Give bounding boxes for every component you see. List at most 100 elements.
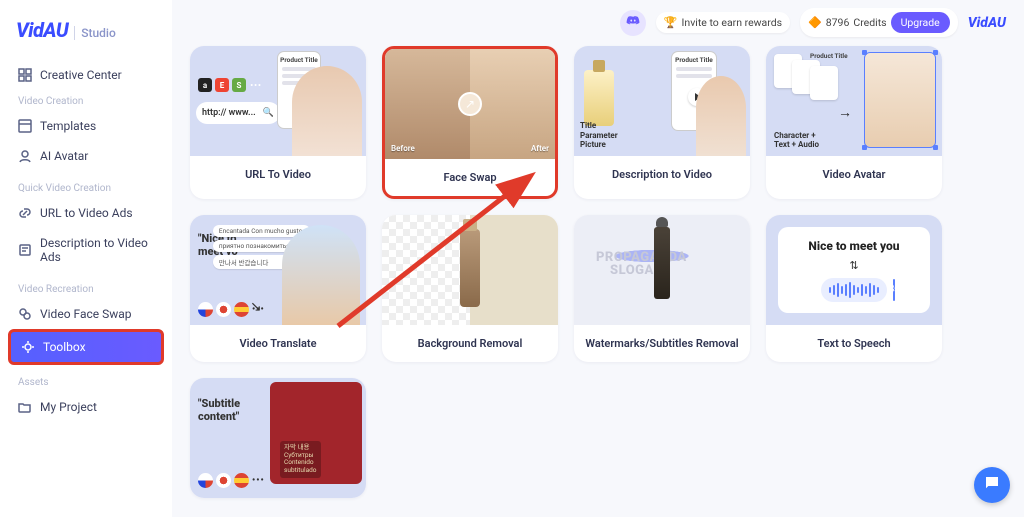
credits-label: Credits (853, 16, 886, 29)
sub-quote: "Subtitle content" (198, 398, 240, 423)
flag-korea-icon (198, 302, 213, 317)
duration-badge: 3s (893, 279, 895, 301)
dtv-caption: Title Parameter Picture (580, 121, 618, 150)
sidebar: VidAU Studio Creative Center Video Creat… (0, 0, 172, 517)
card-title: Background Removal (382, 325, 558, 362)
credits-count: 8796 (826, 16, 850, 29)
nav-label: Video Face Swap (40, 307, 132, 321)
card-title: Video Avatar (766, 156, 942, 193)
logo-sub: Studio (74, 26, 116, 40)
nav-heading: Video Creation (8, 90, 164, 111)
main-content: 🏆 Invite to earn rewards 🔶 8796 Credits … (172, 0, 1024, 517)
card-watermarks[interactable]: PROPAGANDA SLOGAN Watermarks/Subtitles R… (574, 215, 750, 362)
card-subtitle[interactable]: "Subtitle content" ••• 자막 내용 Субтитры Co… (190, 378, 366, 498)
chat-icon (983, 474, 1001, 496)
templates-icon (18, 119, 32, 133)
card-title: Face Swap (385, 159, 555, 196)
nav-label: URL to Video Ads (40, 206, 133, 220)
selected-avatar-frame (864, 52, 936, 148)
arrow-icon: ↘ (250, 299, 262, 315)
thumb-tts: Nice to meet you ⇅ 3s (766, 215, 942, 325)
tool-grid: aES••• http:// www... 🔍 Product Title UR… (190, 46, 1006, 498)
nav-section-quick-video: Quick Video Creation URL to Video Ads De… (8, 177, 164, 272)
card-description-to-video[interactable]: Title Parameter Picture Product Title De… (574, 46, 750, 199)
nav-heading: Quick Video Creation (8, 177, 164, 198)
card-video-avatar[interactable]: Product Title Character + Text + Audio →… (766, 46, 942, 199)
flag-spain-icon (234, 473, 249, 488)
nav-desc-to-video-ads[interactable]: Description to Video Ads (8, 228, 164, 272)
flag-japan-icon (216, 473, 231, 488)
thumb-subtitle: "Subtitle content" ••• 자막 내용 Субтитры Co… (190, 378, 366, 498)
card-title: Text to Speech (766, 325, 942, 362)
nav-url-to-video-ads[interactable]: URL to Video Ads (8, 198, 164, 228)
nav-video-face-swap[interactable]: Video Face Swap (8, 299, 164, 329)
presenter-figure (292, 66, 362, 156)
link-icon (18, 206, 32, 220)
discord-icon (626, 13, 640, 32)
nav-heading: Assets (8, 371, 164, 392)
nav-toolbox[interactable]: Toolbox (8, 329, 164, 365)
nav-label: My Project (40, 400, 97, 414)
product-bottle (654, 227, 670, 299)
thumb-desc-to-video: Title Parameter Picture Product Title (574, 46, 750, 156)
presenter-figure (282, 225, 360, 325)
presenter-figure (696, 76, 746, 156)
logo-main: VidAU (16, 18, 68, 42)
folder-icon (18, 400, 32, 414)
thumb-video-avatar: Product Title Character + Text + Audio → (766, 46, 942, 156)
invite-pill[interactable]: 🏆 Invite to earn rewards (656, 12, 790, 33)
brand-top[interactable]: VidAU (968, 15, 1006, 31)
video-frame: 자막 내용 Субтитры Contenido subtitulado (270, 382, 362, 484)
nav-label: Description to Video Ads (40, 236, 154, 264)
product-bottle (460, 229, 480, 307)
arrow-icon: → (838, 104, 852, 121)
card-background-removal[interactable]: Background Removal (382, 215, 558, 362)
discord-button[interactable] (620, 10, 646, 36)
app-root: VidAU Studio Creative Center Video Creat… (0, 0, 1024, 517)
thumb-face-swap: Before After ↗ (385, 49, 555, 159)
upgrade-button[interactable]: Upgrade (891, 12, 950, 33)
waveform-icon: 3s (821, 278, 887, 302)
card-title: Video Translate (190, 325, 366, 362)
nav-my-project[interactable]: My Project (8, 392, 164, 422)
card-title: Watermarks/Subtitles Removal (574, 325, 750, 362)
flag-korea-icon (198, 473, 213, 488)
nav-label: Templates (40, 119, 96, 133)
face-swap-icon (18, 307, 32, 321)
toolbox-icon (21, 340, 35, 354)
grid-icon (18, 68, 32, 82)
transparency-checker (382, 215, 470, 325)
card-text-to-speech[interactable]: Nice to meet you ⇅ 3s Text to Speech (766, 215, 942, 362)
invite-label: Invite to earn rewards (682, 16, 783, 29)
nav-section-video-creation: Video Creation Templates AI Avatar (8, 90, 164, 171)
nav-label: Toolbox (43, 340, 86, 354)
nav-section-assets: Assets My Project (8, 371, 164, 422)
credits-pill[interactable]: 🔶 8796 Credits Upgrade (800, 8, 958, 37)
nav-label: AI Avatar (40, 149, 88, 163)
flag-japan-icon (216, 302, 231, 317)
nav-label: Creative Center (40, 68, 122, 82)
nav-creative-center[interactable]: Creative Center (8, 60, 164, 90)
swap-icon: ⇅ (849, 259, 858, 272)
logo[interactable]: VidAU Studio (8, 14, 164, 60)
wm-text: PROPAGANDA SLOGAN (596, 251, 687, 277)
thumb-watermarks: PROPAGANDA SLOGAN (574, 215, 750, 325)
text-icon (18, 243, 32, 257)
card-face-swap[interactable]: Before After ↗ Face Swap (382, 46, 558, 199)
card-title: URL To Video (190, 156, 366, 193)
thumb-url-to-video: aES••• http:// www... 🔍 Product Title (190, 46, 366, 156)
search-icon: 🔍 (263, 108, 274, 118)
nav-templates[interactable]: Templates (8, 111, 164, 141)
avatar-icon (18, 149, 32, 163)
nav-section-video-recreation: Video Recreation Video Face Swap Toolbox (8, 278, 164, 365)
flag-row: ••• (198, 473, 265, 488)
nav-ai-avatar[interactable]: AI Avatar (8, 141, 164, 171)
trophy-icon: 🏆 (664, 16, 678, 29)
card-video-translate[interactable]: "Nice to meet yo" ••• Encantada Con much… (190, 215, 366, 362)
diamond-icon: 🔶 (808, 16, 822, 29)
chat-fab[interactable] (974, 467, 1010, 503)
thumb-video-translate: "Nice to meet yo" ••• Encantada Con much… (190, 215, 366, 325)
card-url-to-video[interactable]: aES••• http:// www... 🔍 Product Title UR… (190, 46, 366, 199)
product-bottle (584, 70, 614, 126)
url-pill: http:// www... 🔍 (196, 102, 280, 124)
